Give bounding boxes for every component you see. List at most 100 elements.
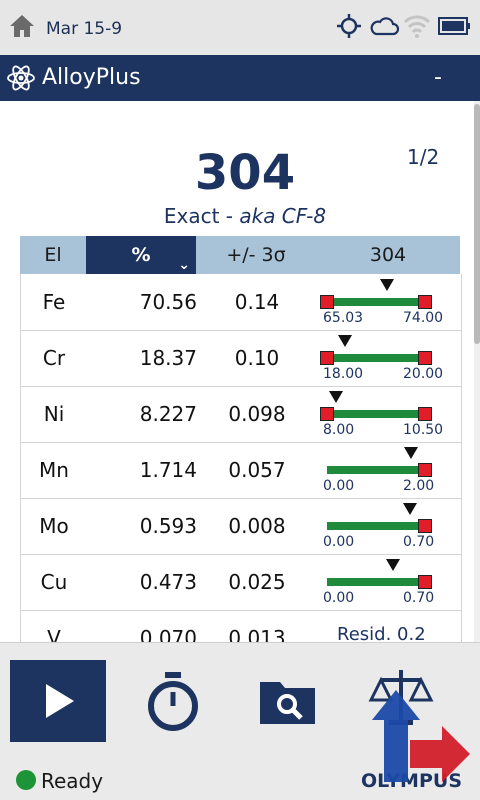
table-row[interactable]: Mn 1.714 0.057 0.00 2.00 — [21, 442, 461, 499]
stopwatch-icon — [148, 672, 198, 731]
range-max: 0.70 — [403, 590, 435, 606]
range-min: 0.00 — [323, 590, 355, 606]
element-sigma: 0.008 — [228, 514, 286, 538]
range-min: 65.03 — [323, 310, 364, 326]
table-row[interactable]: Fe 70.56 0.14 65.03 74.00 — [21, 274, 461, 331]
element-sigma: 0.025 — [228, 570, 286, 594]
page-indicator[interactable]: 1/2 — [407, 145, 439, 169]
grade-range-bar: 0.00 0.70 — [317, 554, 461, 610]
max-limit-marker — [418, 407, 432, 421]
element-percent: 8.227 — [139, 402, 197, 426]
minimize-button[interactable]: - — [434, 65, 442, 90]
folder-search-icon — [260, 682, 315, 724]
element-symbol: Cu — [40, 570, 68, 594]
value-pointer — [380, 279, 395, 291]
grade-range-bar: 18.00 20.00 — [317, 330, 461, 386]
value-pointer — [328, 391, 343, 403]
timer-button[interactable] — [125, 660, 221, 742]
date-label: Mar 15-9 — [46, 19, 123, 39]
element-symbol: Cr — [42, 346, 66, 370]
match-type: Exact - — [163, 204, 240, 228]
residual-label: Resid. 0.2 — [337, 624, 426, 642]
col-element[interactable]: El — [20, 236, 86, 274]
range-max: 10.50 — [403, 422, 444, 438]
crosshair-icon — [337, 14, 361, 38]
element-symbol: Mn — [39, 458, 69, 482]
table-row[interactable]: Ni 8.227 0.098 8.00 10.50 — [21, 386, 461, 443]
range-max: 20.00 — [403, 366, 444, 382]
in-range-bar — [327, 298, 425, 306]
value-pointer — [403, 503, 418, 515]
value-pointer — [338, 335, 353, 347]
value-pointer — [386, 559, 401, 571]
max-limit-marker — [418, 351, 432, 365]
status-bar: Mar 15-9 — [0, 0, 480, 54]
element-percent: 0.473 — [139, 570, 197, 594]
app-bar: AlloyPlus - — [0, 55, 480, 101]
element-symbol: V — [47, 626, 61, 642]
col-grade-range[interactable]: 304 — [316, 236, 460, 274]
app-title: AlloyPlus — [42, 65, 141, 90]
table-row[interactable]: Cu 0.473 0.025 0.00 0.70 — [21, 554, 461, 611]
grade-range-bar: 0.00 0.70 — [317, 498, 461, 554]
grade-name: 304 — [194, 145, 296, 201]
range-min: 0.00 — [323, 534, 355, 550]
table-row[interactable]: Cr 18.37 0.10 18.00 20.00 — [21, 330, 461, 387]
element-percent: 0.070 — [139, 626, 197, 642]
grade-range-bar: 65.03 74.00 — [317, 274, 461, 330]
range-min: 18.00 — [323, 366, 364, 382]
play-icon — [46, 684, 74, 718]
in-range-bar — [327, 578, 425, 586]
in-range-bar — [327, 522, 425, 530]
element-sigma: 0.098 — [228, 402, 286, 426]
range-max: 0.70 — [403, 534, 435, 550]
table-row[interactable]: V 0.070 0.013 Resid. 0.2 — [21, 610, 461, 642]
range-max: 74.00 — [403, 310, 444, 326]
min-limit-marker — [320, 295, 334, 309]
element-sigma: 0.057 — [228, 458, 286, 482]
results-panel: 304 1/2 Exact - aka CF-8 El % ⌄ +/- 3σ 30… — [0, 101, 474, 642]
element-percent: 18.37 — [139, 346, 197, 370]
aka-label: aka CF-8 — [239, 204, 327, 228]
col-percent[interactable]: % ⌄ — [86, 236, 196, 274]
wifi-icon — [403, 15, 431, 38]
element-sigma: 0.10 — [234, 346, 280, 370]
element-sigma: 0.013 — [228, 626, 286, 642]
table-row[interactable]: Mo 0.593 0.008 0.00 0.70 — [21, 498, 461, 555]
grade-range-bar: 8.00 10.50 — [317, 386, 461, 442]
element-symbol: Fe — [42, 290, 66, 314]
value-pointer — [403, 447, 418, 459]
olympus-arrows-logo — [372, 690, 470, 782]
element-percent: 1.714 — [139, 458, 197, 482]
element-percent: 0.593 — [139, 514, 197, 538]
status-text: Ready — [41, 769, 104, 793]
range-min: 8.00 — [323, 422, 355, 438]
max-limit-marker — [418, 575, 432, 589]
element-symbol: Ni — [43, 402, 65, 426]
range-min: 0.00 — [323, 478, 355, 494]
scrollbar-thumb[interactable] — [474, 104, 480, 344]
max-limit-marker — [418, 519, 432, 533]
max-limit-marker — [418, 463, 432, 477]
residual-cell: Resid. 0.2 — [317, 610, 461, 642]
element-sigma: 0.14 — [234, 290, 280, 314]
battery-icon — [438, 17, 470, 35]
grade-range-bar: 0.00 2.00 — [317, 442, 461, 498]
cloud-icon — [370, 17, 400, 36]
atom-icon — [7, 65, 35, 91]
status-dot-icon — [16, 770, 36, 790]
match-description: Exact - aka CF-8 — [0, 204, 474, 228]
min-limit-marker — [320, 407, 334, 421]
min-limit-marker — [320, 351, 334, 365]
search-results-button[interactable] — [240, 660, 336, 742]
max-limit-marker — [418, 295, 432, 309]
in-range-bar — [327, 354, 425, 362]
col-sigma[interactable]: +/- 3σ — [196, 236, 316, 274]
table-header: El % ⌄ +/- 3σ 304 — [20, 236, 460, 274]
in-range-bar — [327, 410, 425, 418]
element-percent: 70.56 — [139, 290, 197, 314]
start-test-button[interactable] — [10, 660, 106, 742]
range-max: 2.00 — [403, 478, 435, 494]
element-symbol: Mo — [39, 514, 69, 538]
home-icon[interactable] — [8, 12, 36, 40]
